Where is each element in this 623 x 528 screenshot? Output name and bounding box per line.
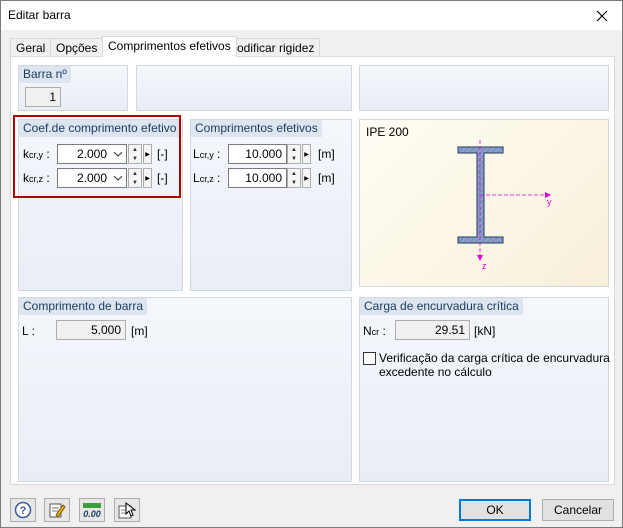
lcrz-next-button[interactable]: ▶ (302, 168, 311, 188)
critical-load-header: Carga de encurvadura crítica (360, 298, 523, 315)
help-button[interactable]: ? (10, 498, 36, 522)
svg-text:?: ? (20, 505, 27, 517)
close-icon (596, 10, 608, 21)
edit-button[interactable] (44, 498, 70, 522)
kcry-select[interactable]: 2.000 (57, 144, 127, 164)
lcry-stepper[interactable]: ▲ ▼ (287, 144, 301, 164)
select-button[interactable] (114, 498, 140, 522)
kcry-unit: [-] (157, 147, 168, 161)
member-length-field: 5.000 (56, 320, 126, 340)
lcrz-stepper[interactable]: ▲ ▼ (287, 168, 301, 188)
kcrz-select[interactable]: 2.000 (57, 168, 127, 188)
ncr-field: 29.51 (395, 320, 470, 340)
ncr-label: Ncr : (363, 324, 386, 338)
chevron-down-icon (111, 169, 125, 187)
member-length-group: Comprimento de barra L : 5.000 [m] (18, 297, 352, 482)
lcry-unit: [m] (318, 147, 335, 161)
select-icon (118, 501, 136, 519)
empty-group-1 (136, 65, 352, 111)
tab-opcoes[interactable]: Opções (50, 38, 104, 56)
svg-text:0.00: 0.00 (83, 509, 101, 519)
lcry-next-button[interactable]: ▶ (302, 144, 311, 164)
coef-header: Coef.de comprimento efetivo (19, 120, 181, 137)
window-title: Editar barra (8, 8, 71, 22)
dialog-footer: ? 0.00 OK Cancelar (1, 487, 622, 527)
cancel-button[interactable]: Cancelar (542, 499, 614, 521)
units-button[interactable]: 0.00 (79, 498, 105, 522)
axis-y-label: y (547, 197, 552, 207)
chevron-down-icon (111, 145, 125, 163)
axis-z-label: z (482, 261, 487, 271)
member-length-label: L : (22, 324, 35, 338)
effective-lengths-header: Comprimentos efetivos (191, 120, 322, 137)
member-number-field: 1 (25, 87, 61, 107)
lcry-field[interactable]: 10.000 (228, 144, 287, 164)
edit-member-dialog: Editar barra Geral Opções Comprimentos e… (0, 0, 623, 528)
critical-load-group: Carga de encurvadura crítica Ncr : 29.51… (359, 297, 610, 482)
member-number-group: Barra nº 1 (18, 65, 128, 111)
title-bar: Editar barra (1, 1, 622, 30)
units-icon: 0.00 (83, 503, 101, 519)
section-preview: IPE 200 y z (359, 119, 609, 287)
critical-load-checkbox-label[interactable]: Verificação da carga crítica de encurvad… (379, 351, 610, 379)
edit-icon (49, 503, 66, 518)
ncr-unit: [kN] (474, 324, 496, 338)
ok-button[interactable]: OK (459, 499, 531, 521)
coef-group: Coef.de comprimento efetivo kcr,y : 2.00… (18, 119, 183, 291)
tab-comprimentos-efetivos[interactable]: Comprimentos efetivos (102, 36, 237, 57)
lcry-label: Lcr,y : (193, 147, 221, 161)
tab-content: Barra nº 1 Coef.de comprimento efetivo k… (10, 56, 615, 485)
effective-lengths-group: Comprimentos efetivos Lcr,y : 10.000 ▲ ▼ … (190, 119, 352, 291)
kcry-stepper[interactable]: ▲ ▼ (128, 144, 142, 164)
help-icon: ? (14, 501, 32, 519)
member-length-header: Comprimento de barra (19, 298, 148, 315)
kcrz-next-button[interactable]: ▶ (143, 168, 152, 188)
tab-geral[interactable]: Geral (10, 38, 52, 56)
empty-group-2 (359, 65, 609, 111)
kcrz-unit: [-] (157, 171, 168, 185)
lcrz-label: Lcr,z : (193, 171, 221, 185)
lcrz-field[interactable]: 10.000 (228, 168, 287, 188)
member-number-header: Barra nº (19, 66, 71, 83)
member-length-unit: [m] (131, 324, 148, 338)
kcry-label: kcr,y : (23, 147, 50, 161)
kcry-next-button[interactable]: ▶ (143, 144, 152, 164)
kcrz-label: kcr,z : (23, 171, 50, 185)
close-button[interactable] (582, 1, 622, 30)
lcrz-unit: [m] (318, 171, 335, 185)
critical-load-checkbox[interactable] (363, 352, 376, 365)
kcrz-stepper[interactable]: ▲ ▼ (128, 168, 142, 188)
